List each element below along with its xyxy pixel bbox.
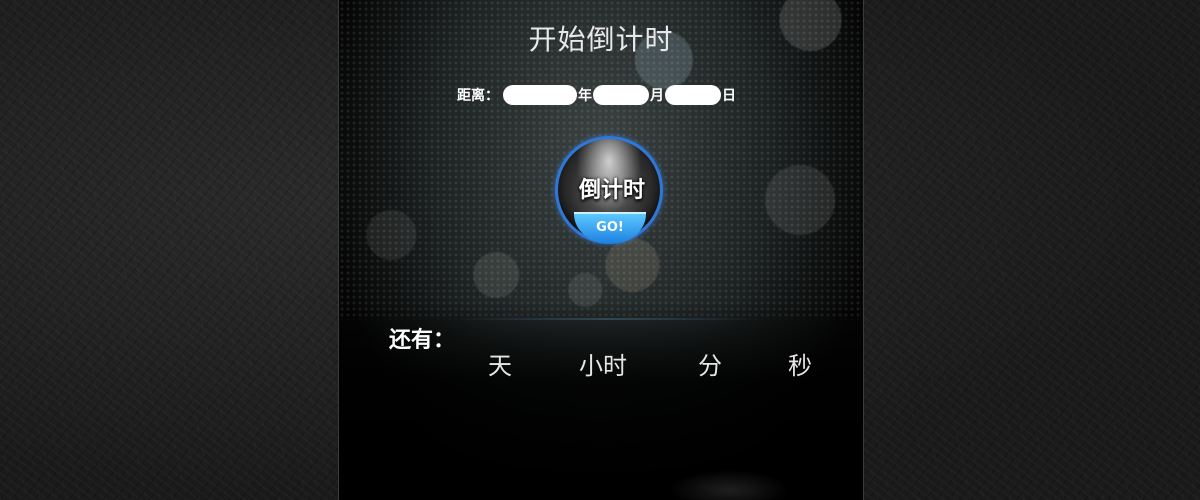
seconds-unit-label: 秒 xyxy=(788,352,812,380)
day-unit-label: 日 xyxy=(722,88,736,104)
days-unit-label: 天 xyxy=(488,352,512,380)
decorative-floor-glow xyxy=(669,470,789,500)
hours-unit-label: 小时 xyxy=(579,352,627,380)
month-unit-label: 月 xyxy=(650,88,664,104)
countdown-button-label: 倒计时 xyxy=(578,178,645,203)
date-label: 距离： xyxy=(457,88,499,104)
decorative-glow-line xyxy=(459,318,759,320)
day-input[interactable] xyxy=(665,85,721,105)
page-title: 开始倒计时 xyxy=(528,23,674,56)
countdown-panel: 开始倒计时 距离： 年 月 日 倒计时 GO! 还有： 天 小时 分 秒 xyxy=(338,0,864,500)
start-countdown-button[interactable]: 倒计时 GO! xyxy=(553,136,667,248)
minutes-unit-label: 分 xyxy=(698,352,722,380)
target-date-form: 距离： 年 月 日 xyxy=(457,84,737,106)
remaining-label: 还有： xyxy=(389,328,456,353)
go-badge: GO! xyxy=(574,212,646,244)
year-input[interactable] xyxy=(503,85,577,105)
year-unit-label: 年 xyxy=(578,88,592,104)
month-input[interactable] xyxy=(593,85,649,105)
